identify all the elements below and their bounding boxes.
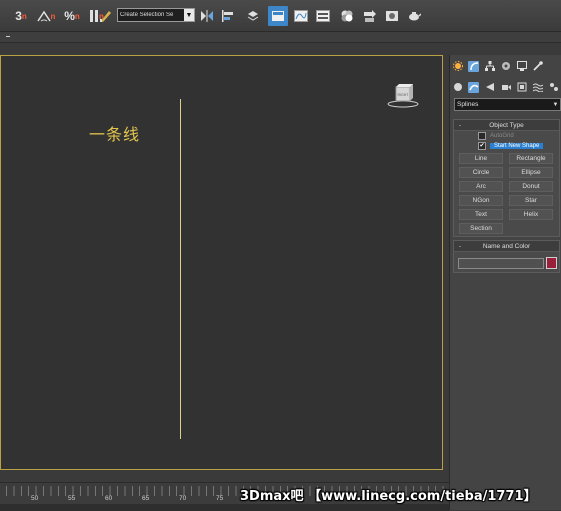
- render-setup-icon: [364, 10, 376, 22]
- arc-button[interactable]: Arc: [459, 181, 503, 192]
- timeline-tick-label: 70: [179, 495, 187, 502]
- lights-category-icon[interactable]: [484, 82, 495, 93]
- ribbon-dash-icon: [6, 36, 10, 37]
- schematic-view-button[interactable]: [314, 6, 332, 26]
- ribbon-icon: [272, 11, 284, 21]
- shapes-category-icon[interactable]: [468, 81, 479, 93]
- angle-snap-sub: n: [50, 11, 56, 21]
- layer-manager-button[interactable]: [244, 6, 262, 26]
- hierarchy-tab-icon[interactable]: [484, 61, 495, 72]
- material-editor-button[interactable]: [337, 6, 357, 26]
- modify-tab-icon[interactable]: [468, 60, 479, 72]
- helpers-category-icon[interactable]: [516, 82, 527, 93]
- timeline-tick-label: 75: [216, 495, 224, 502]
- line-button[interactable]: Line: [459, 153, 503, 164]
- snap-sub: n: [21, 11, 27, 21]
- collapse-icon: -: [458, 242, 462, 250]
- viewport[interactable]: 一条线 RIGHT: [0, 55, 443, 470]
- object-color-swatch[interactable]: [546, 257, 557, 269]
- named-selection-text: Create Selection Se: [120, 12, 174, 18]
- category-dropdown-value: Splines: [457, 101, 479, 108]
- render-production-button[interactable]: [405, 6, 423, 26]
- align-button[interactable]: [219, 6, 237, 26]
- spacewarps-category-icon[interactable]: [532, 82, 543, 93]
- object-name-field[interactable]: [458, 258, 544, 269]
- helix-button[interactable]: Helix: [509, 209, 553, 220]
- cameras-category-icon[interactable]: [500, 82, 511, 93]
- start-new-shape-row[interactable]: ✔ Start New Shape: [478, 142, 544, 150]
- start-new-shape-checkbox[interactable]: ✔: [478, 142, 486, 150]
- geometry-category-icon[interactable]: [452, 82, 463, 93]
- material-sphere-icon: [341, 10, 353, 22]
- text-button[interactable]: Text: [459, 209, 503, 220]
- teapot-icon: [409, 12, 421, 21]
- angle-snap-icon: [36, 10, 51, 22]
- timeline-tick-label: 65: [142, 495, 150, 502]
- percent-snap-sub: n: [74, 11, 80, 21]
- systems-category-icon[interactable]: [548, 82, 559, 93]
- name-and-color-rollout: - Name and Color: [453, 240, 560, 273]
- viewport-annotation: 一条线: [89, 125, 141, 144]
- collapse-icon: -: [458, 121, 462, 129]
- autogrid-checkbox[interactable]: [478, 132, 486, 140]
- create-tab-icon[interactable]: [452, 61, 463, 72]
- autogrid-label: AutoGrid: [490, 133, 514, 139]
- chevron-down-icon: ▼: [184, 9, 194, 21]
- main-toolbar: 3n n % n n Create Selection Se ▼: [0, 0, 561, 32]
- mirror-icon: [201, 10, 213, 22]
- star-button[interactable]: Star: [509, 195, 553, 206]
- ribbon-toggle-button[interactable]: [268, 6, 288, 26]
- circle-button[interactable]: Circle: [459, 167, 503, 178]
- render-setup-button[interactable]: [361, 6, 379, 26]
- pencil-icon: [100, 11, 111, 22]
- percent-snap-button[interactable]: % n: [60, 6, 84, 26]
- motion-tab-icon[interactable]: [500, 61, 511, 72]
- curve-editor-icon: [294, 10, 308, 22]
- timeline-tick-label: 55: [68, 495, 76, 502]
- watermark-text: 3Dmax吧 【www.linecg.com/tieba/1771】: [240, 489, 537, 504]
- name-and-color-header[interactable]: - Name and Color: [454, 241, 559, 252]
- chevron-down-icon: ▼: [552, 101, 559, 108]
- create-category-tabs: [450, 79, 561, 95]
- object-type-rollout: - Object Type AutoGrid ✔ Start New Shape…: [453, 119, 560, 237]
- curve-editor-button[interactable]: [292, 6, 310, 26]
- layers-icon: [247, 11, 259, 21]
- named-selection-dropdown[interactable]: Create Selection Se ▼: [117, 8, 195, 22]
- ribbon-collapsed-strip[interactable]: [0, 32, 561, 43]
- rectangle-button[interactable]: Rectangle: [509, 153, 553, 164]
- section-button[interactable]: Section: [459, 223, 503, 234]
- percent-label: %: [64, 9, 75, 23]
- start-new-shape-label: Start New Shape: [490, 143, 544, 149]
- display-tab-icon[interactable]: [516, 61, 527, 72]
- command-panel-tabs: [450, 58, 561, 74]
- utilities-tab-icon[interactable]: [532, 61, 543, 72]
- align-icon: [222, 10, 233, 22]
- autogrid-row[interactable]: AutoGrid: [478, 132, 514, 140]
- snap-number: 3: [15, 9, 22, 23]
- viewcube-icon[interactable]: RIGHT: [387, 83, 419, 109]
- rendered-frame-window-button[interactable]: [383, 6, 401, 26]
- category-dropdown[interactable]: Splines ▼: [454, 98, 561, 111]
- timeline-tick-label: 60: [105, 495, 113, 502]
- viewcube-face-label: RIGHT: [398, 93, 410, 97]
- snaps-toggle-button[interactable]: 3n: [8, 6, 34, 26]
- spline-line[interactable]: [180, 99, 181, 439]
- donut-button[interactable]: Donut: [509, 181, 553, 192]
- name-and-color-title: Name and Color: [482, 242, 531, 250]
- mirror-button[interactable]: [198, 6, 216, 26]
- frame-window-icon: [386, 11, 398, 21]
- object-type-header[interactable]: - Object Type: [454, 120, 559, 131]
- schematic-icon: [316, 10, 330, 22]
- ngon-button[interactable]: NGon: [459, 195, 503, 206]
- ellipse-button[interactable]: Ellipse: [509, 167, 553, 178]
- timeline-tick-label: 50: [31, 495, 39, 502]
- object-type-title: Object Type: [489, 121, 524, 129]
- edit-named-selection-button[interactable]: [96, 6, 116, 26]
- command-panel: Splines ▼ - Object Type AutoGrid ✔ Start…: [449, 55, 561, 510]
- angle-snap-button[interactable]: n: [34, 6, 58, 26]
